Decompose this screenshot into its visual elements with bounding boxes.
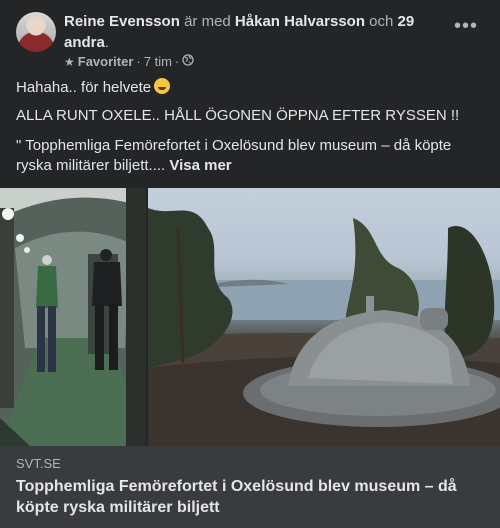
tagged-name[interactable]: Håkan Halvarsson [235, 13, 365, 30]
post-line-3-text: " Topphemliga Femörefortet i Oxelösund b… [16, 137, 452, 174]
post-line-1: Hahaha.. för helvete [16, 78, 484, 98]
meta-separator: · [136, 54, 141, 69]
see-more-link[interactable]: Visa mer [169, 157, 231, 174]
link-preview[interactable]: SVT.SE Topphemliga Femörefortet i Oxelös… [0, 446, 500, 528]
period: . [104, 34, 110, 51]
globe-icon [182, 54, 194, 69]
and-text: och [369, 13, 394, 30]
post-line-2: ALLA RUNT OXELE.. HÅLL ÖGONEN ÖPPNA EFTE… [16, 107, 460, 124]
more-options-icon[interactable]: ••• [448, 16, 484, 40]
fort-photo [148, 188, 500, 446]
link-domain: SVT.SE [16, 456, 61, 471]
link-image[interactable] [0, 188, 500, 446]
audience-label[interactable]: Favoriter [78, 54, 134, 69]
meta-separator-2: · [174, 54, 180, 69]
avatar[interactable] [16, 12, 56, 52]
author-name[interactable]: Reine Evensson [64, 13, 180, 30]
post-meta: ★ Favoriter · 7 tim · [64, 54, 194, 69]
post-header-text: Reine Evensson är med Håkan Halvarsson o… [64, 11, 444, 53]
star-icon: ★ [64, 54, 75, 69]
post-header: Reine Evensson är med Håkan Halvarsson o… [16, 12, 484, 72]
post-text: Hahaha.. för helvete ALLA RUNT OXELE.. H… [16, 78, 484, 186]
laughing-emoji-icon [154, 78, 171, 94]
post-card: Reine Evensson är med Håkan Halvarsson o… [0, 0, 500, 528]
post-line-3: " Topphemliga Femörefortet i Oxelösund b… [16, 136, 484, 176]
with-text: är med [184, 13, 231, 30]
post-line-1-text: Hahaha.. för helvete [16, 79, 152, 96]
link-title[interactable]: Topphemliga Femörefortet i Oxelösund ble… [16, 476, 484, 518]
tunnel-photo [0, 188, 146, 446]
timestamp[interactable]: 7 tim [144, 54, 172, 69]
